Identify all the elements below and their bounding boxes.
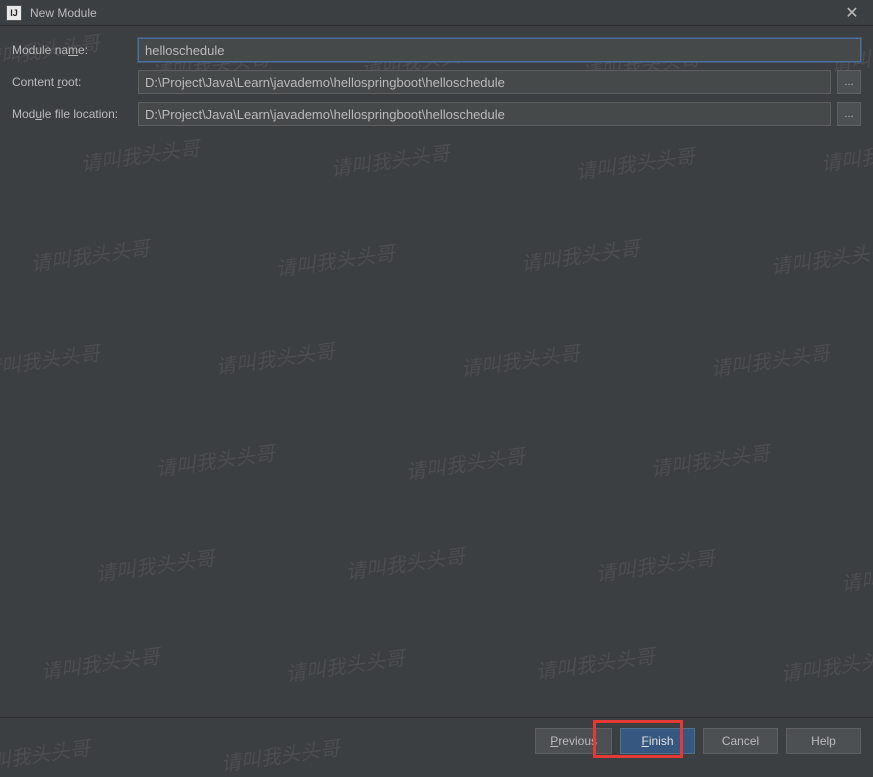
- finish-button[interactable]: Finish: [620, 728, 695, 754]
- app-icon-text: IJ: [10, 8, 18, 18]
- module-file-location-row: Module file location: ...: [12, 102, 861, 126]
- watermark: 请叫我头头哥: [214, 335, 337, 380]
- content-root-input[interactable]: [138, 70, 831, 94]
- watermark: 请叫我头头哥: [274, 237, 397, 282]
- button-bar: Previous Finish Cancel Help: [0, 717, 873, 763]
- watermark: 请叫我头头哥: [779, 642, 873, 687]
- help-button[interactable]: Help: [786, 728, 861, 754]
- watermark: 请叫我头头哥: [594, 542, 717, 587]
- watermark: 请叫我头头哥: [819, 132, 873, 177]
- module-file-location-browse-button[interactable]: ...: [837, 102, 861, 126]
- watermark: 请叫我头头哥: [649, 437, 772, 482]
- watermark: 请叫我头头哥: [344, 540, 467, 585]
- watermark: 请叫我头头哥: [0, 337, 101, 382]
- module-name-label: Module name:: [12, 43, 132, 57]
- previous-button[interactable]: Previous: [535, 728, 612, 754]
- module-name-row: Module name:: [12, 38, 861, 62]
- watermark: 请叫我头头哥: [79, 132, 202, 177]
- watermark: 请叫我头头哥: [709, 337, 832, 382]
- watermark: 请叫我头头哥: [574, 140, 697, 185]
- watermark: 请叫我头头哥: [769, 235, 873, 280]
- watermark: 请叫我头头哥: [519, 232, 642, 277]
- watermark: 请叫我头头哥: [39, 640, 162, 685]
- watermark: 请叫我头头哥: [404, 440, 527, 485]
- titlebar: IJ New Module ✕: [0, 0, 873, 26]
- content-root-browse-button[interactable]: ...: [837, 70, 861, 94]
- module-file-location-input[interactable]: [138, 102, 831, 126]
- watermark: 请叫我头头哥: [839, 552, 873, 597]
- content-root-label: Content root:: [12, 75, 132, 89]
- watermark: 请叫我头头哥: [459, 337, 582, 382]
- watermark: 请叫我头头哥: [154, 437, 277, 482]
- watermark: 请叫我头头哥: [284, 642, 407, 687]
- window-title: New Module: [30, 6, 837, 20]
- watermark: 请叫我头头哥: [534, 640, 657, 685]
- cancel-button[interactable]: Cancel: [703, 728, 778, 754]
- module-name-input[interactable]: [138, 38, 861, 62]
- app-icon: IJ: [6, 5, 22, 21]
- close-icon: ✕: [845, 3, 858, 23]
- module-file-location-label: Module file location:: [12, 107, 132, 121]
- close-button[interactable]: ✕: [837, 1, 867, 25]
- form-area: Module name: Content root: ... Module fi…: [0, 26, 873, 126]
- content-root-row: Content root: ...: [12, 70, 861, 94]
- watermark: 请叫我头头哥: [329, 137, 452, 182]
- watermark: 请叫我头头哥: [94, 542, 217, 587]
- watermark: 请叫我头头哥: [29, 232, 152, 277]
